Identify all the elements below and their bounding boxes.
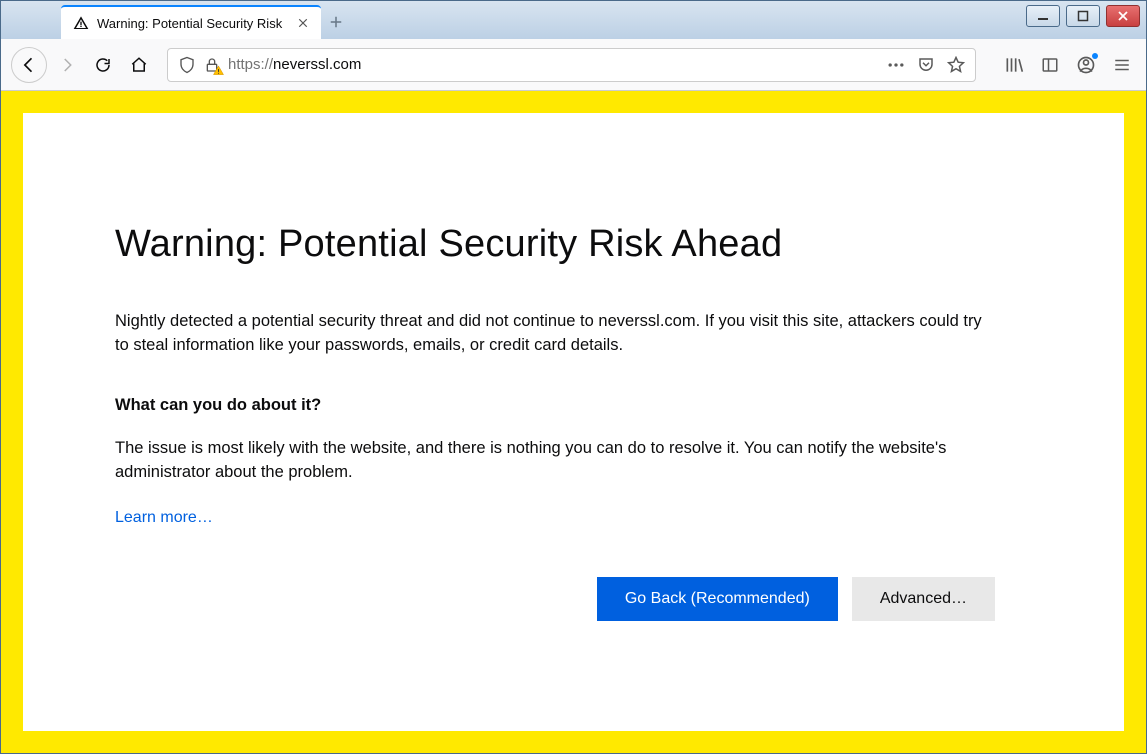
url-protocol: https:// [228,56,273,73]
forward-button[interactable] [51,49,83,81]
warning-border: Warning: Potential Security Risk Ahead N… [1,91,1146,753]
url-text: https://neverssl.com [228,56,885,73]
toolbar: https://neverssl.com [1,39,1146,91]
back-button[interactable] [11,47,47,83]
error-title: Warning: Potential Security Risk Ahead [115,223,1032,266]
tab-close-button[interactable] [295,15,311,31]
tab-title: Warning: Potential Security Risk [97,16,289,31]
error-page: Warning: Potential Security Risk Ahead N… [23,113,1124,731]
learn-more-link[interactable]: Learn more… [115,509,213,527]
bookmark-star-icon[interactable] [945,54,967,76]
lock-warning-icon[interactable] [202,55,222,75]
go-back-button[interactable]: Go Back (Recommended) [597,577,838,621]
profile-icon[interactable] [1072,51,1100,79]
warning-icon [73,15,89,31]
tracking-protection-icon[interactable] [176,54,198,76]
address-bar[interactable]: https://neverssl.com [167,48,976,82]
url-host: neverssl.com [273,56,361,73]
close-window-button[interactable] [1106,5,1140,27]
library-icon[interactable] [1000,51,1028,79]
error-subheading: What can you do about it? [115,396,1032,415]
advanced-button[interactable]: Advanced… [852,577,995,621]
new-tab-button[interactable] [321,7,351,37]
error-description: Nightly detected a potential security th… [115,310,995,358]
profile-notification-dot [1092,53,1098,59]
minimize-window-button[interactable] [1026,5,1060,27]
home-button[interactable] [123,49,155,81]
hamburger-menu-button[interactable] [1108,51,1136,79]
page-actions-button[interactable] [885,54,907,76]
maximize-window-button[interactable] [1066,5,1100,27]
reload-button[interactable] [87,49,119,81]
sidebar-icon[interactable] [1036,51,1064,79]
browser-tab[interactable]: Warning: Potential Security Risk [61,5,321,39]
error-subbody: The issue is most likely with the websit… [115,437,995,485]
pocket-icon[interactable] [915,54,937,76]
